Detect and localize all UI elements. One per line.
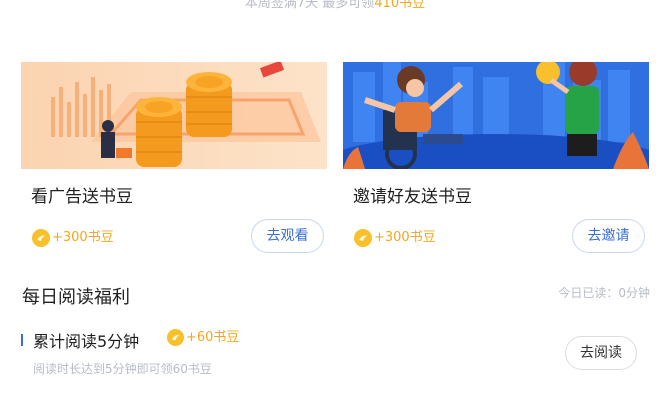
card-reward: +300书豆: [374, 230, 436, 245]
invite-reward-card: 邀请好友送书豆 +300书豆 去邀请: [343, 62, 649, 262]
section-title: 每日阅读福利: [22, 287, 130, 308]
coin-icon: [32, 229, 50, 247]
task-reward: +60书豆: [186, 330, 240, 345]
card-reward: +300书豆: [52, 230, 114, 245]
task-accent-bar: [21, 334, 23, 346]
card-title: 看广告送书豆: [31, 187, 133, 207]
coin-icon: [354, 229, 372, 247]
card-title: 邀请好友送书豆: [353, 187, 472, 207]
today-read-time: 今日已读：0分钟: [558, 286, 650, 300]
ad-reward-card: 看广告送书豆 +300书豆 去观看: [21, 62, 327, 262]
weekly-signin-note: 本周签满7天 最多可领410书豆: [0, 0, 670, 11]
invite-friends-button[interactable]: 去邀请: [572, 219, 645, 253]
go-read-button[interactable]: 去阅读: [565, 336, 637, 370]
coins-stack-illustration-icon: [21, 62, 327, 169]
task-title: 累计阅读5分钟: [33, 332, 140, 351]
weekly-note-amount: 410书豆: [374, 0, 426, 11]
invite-banner-image: [343, 62, 649, 169]
friends-invite-illustration-icon: [343, 62, 649, 169]
coin-icon: [166, 328, 185, 347]
ad-banner-image: [21, 62, 327, 169]
weekly-note-prefix: 本周签满7天 最多可领: [244, 0, 375, 11]
watch-ad-button[interactable]: 去观看: [251, 219, 324, 253]
task-description: 阅读时长达到5分钟即可领60书豆: [33, 362, 212, 376]
